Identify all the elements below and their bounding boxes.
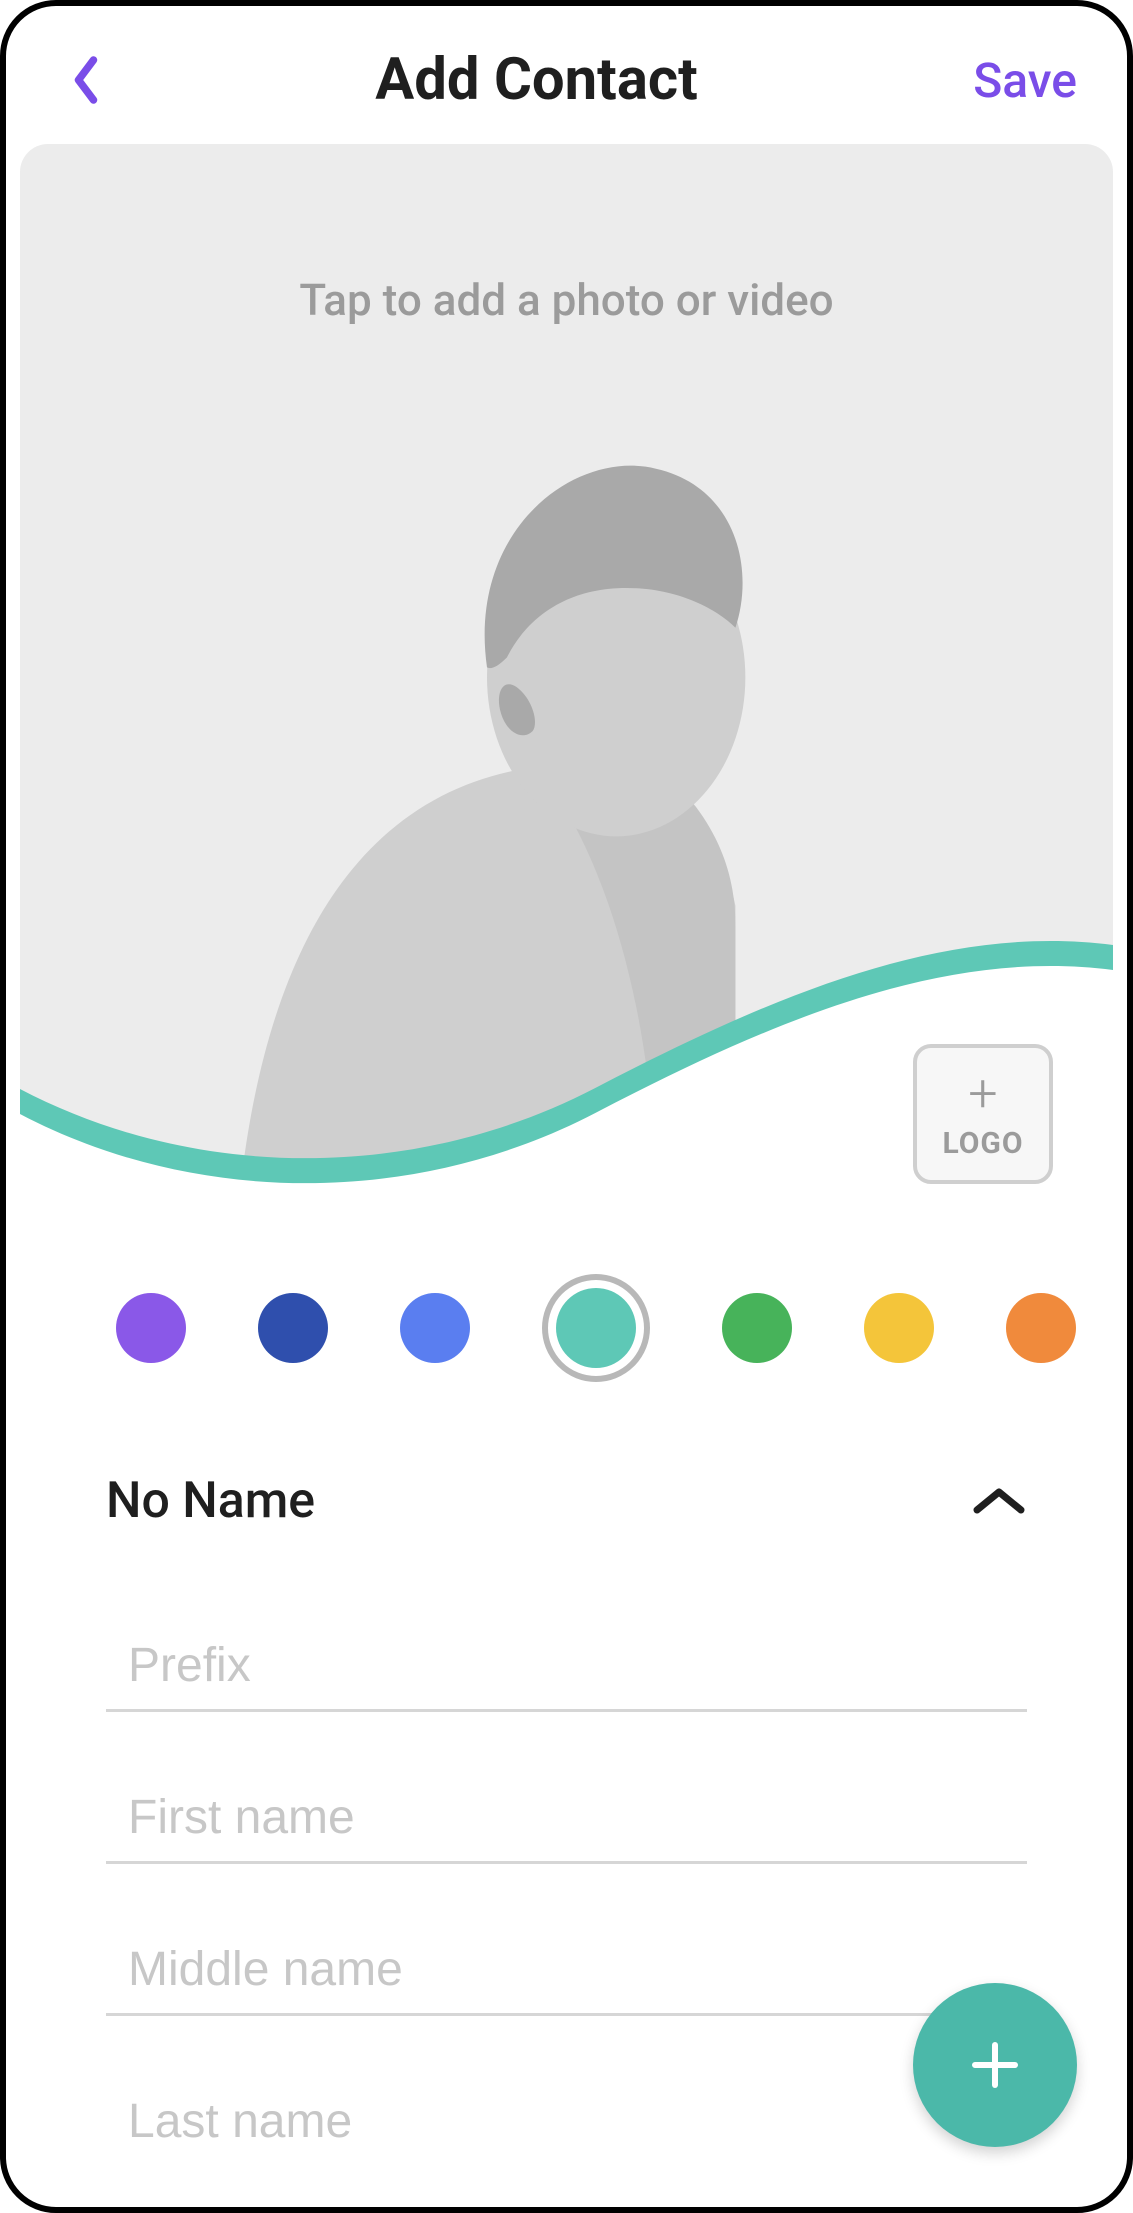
field-row	[106, 1790, 1027, 1864]
last-name-input[interactable]	[128, 2094, 1027, 2149]
logo-label: LOGO	[942, 1126, 1023, 1161]
color-swatch[interactable]	[116, 1293, 186, 1363]
photo-picker[interactable]: Tap to add a photo or video +	[20, 144, 1113, 1204]
chevron-left-icon	[71, 55, 101, 105]
prefix-input[interactable]	[128, 1638, 1027, 1693]
plus-icon	[965, 2035, 1025, 2095]
header: Add Contact Save	[6, 6, 1127, 144]
first-name-input[interactable]	[128, 1790, 1027, 1845]
color-swatch-selected[interactable]	[542, 1274, 650, 1382]
color-swatch-inner	[556, 1288, 636, 1368]
field-row	[106, 1942, 1027, 2016]
back-button[interactable]	[56, 50, 116, 110]
add-logo-button[interactable]: + LOGO	[913, 1044, 1053, 1184]
name-fields	[106, 1638, 1027, 2165]
color-swatch[interactable]	[1006, 1293, 1076, 1363]
save-button[interactable]: Save	[957, 52, 1077, 109]
plus-icon: +	[968, 1068, 997, 1120]
color-swatch[interactable]	[722, 1293, 792, 1363]
color-picker-row	[6, 1204, 1127, 1432]
color-swatch[interactable]	[864, 1293, 934, 1363]
middle-name-input[interactable]	[128, 1942, 1027, 1997]
color-swatch[interactable]	[258, 1293, 328, 1363]
chevron-up-icon	[971, 1484, 1027, 1518]
name-toggle-label: No Name	[106, 1472, 315, 1530]
page-title: Add Contact	[116, 46, 957, 114]
field-row	[106, 1638, 1027, 1712]
name-toggle[interactable]: No Name	[106, 1472, 1027, 1560]
screen: Add Contact Save Tap to add a photo or v…	[0, 0, 1133, 2213]
add-fab[interactable]	[913, 1983, 1077, 2147]
field-row	[106, 2094, 1027, 2165]
color-swatch[interactable]	[400, 1293, 470, 1363]
